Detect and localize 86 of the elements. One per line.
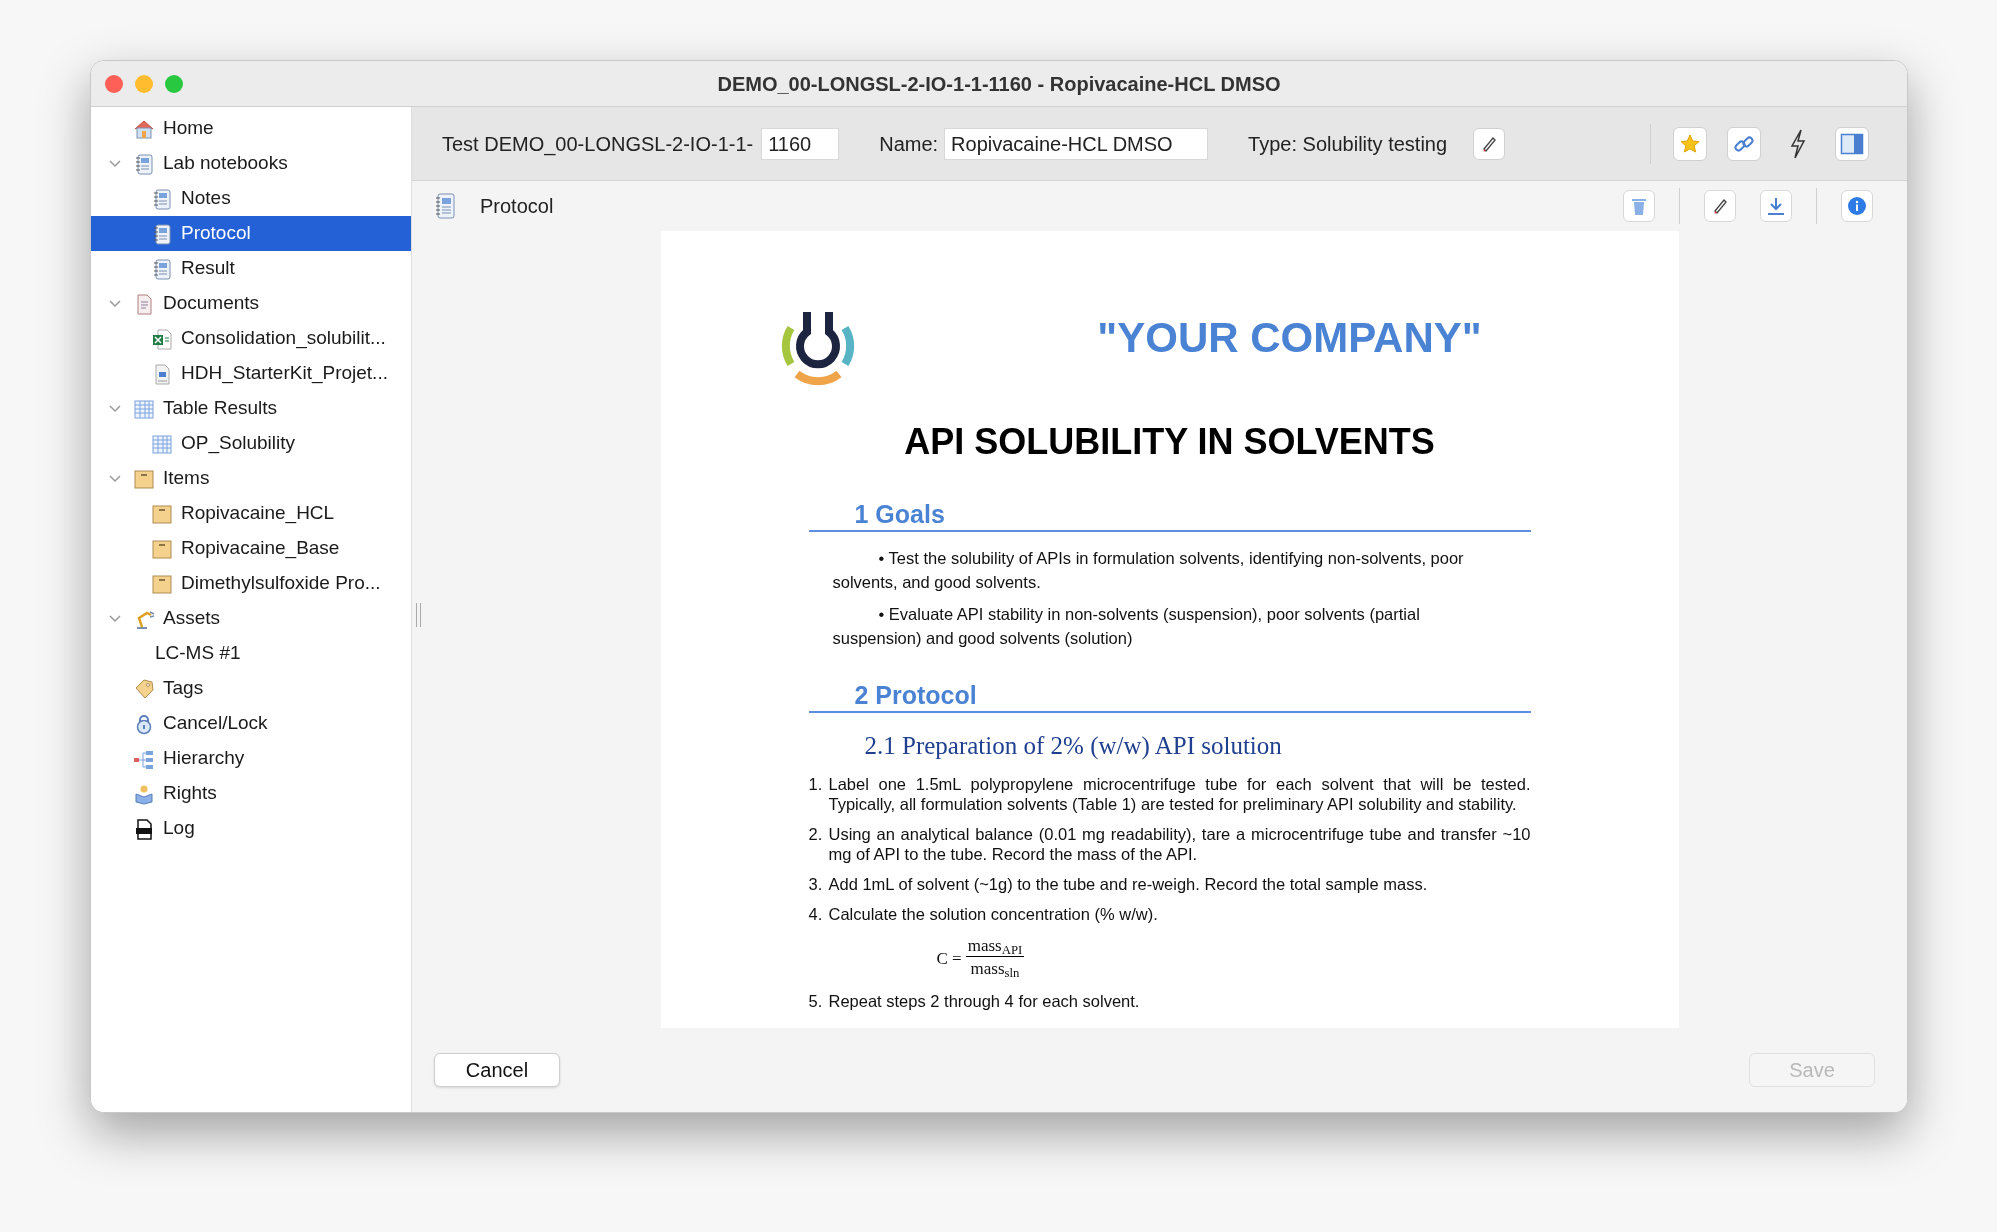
step-number: 1. bbox=[808, 774, 824, 795]
name-label: Name: bbox=[879, 131, 939, 157]
sidebar-item[interactable]: LC-MS #1 bbox=[91, 636, 411, 671]
sidebar-item[interactable]: Cancel/Lock bbox=[91, 706, 411, 741]
protocol-title: Protocol bbox=[480, 194, 554, 219]
star-icon bbox=[1679, 132, 1701, 155]
chevron-down-icon[interactable] bbox=[109, 159, 121, 168]
sidebar-item[interactable]: Documents bbox=[91, 286, 411, 321]
sidebar-item[interactable]: OP_Solubility bbox=[91, 426, 411, 461]
document-title: API SOLUBILITY IN SOLVENTS bbox=[904, 421, 1435, 462]
step-text: Calculate the solution concentration (% w/w). bbox=[828, 904, 1159, 924]
notebook-icon bbox=[151, 222, 173, 245]
notebook-icon bbox=[133, 152, 155, 175]
sidebar-item[interactable]: Ropivacaine_HCL bbox=[91, 496, 411, 531]
favorite-button[interactable] bbox=[1673, 126, 1707, 161]
step-number: 3. bbox=[808, 874, 824, 894]
step-number: 5. bbox=[808, 991, 824, 1011]
section-heading: 1 Goals bbox=[854, 500, 945, 528]
close-button[interactable] bbox=[105, 74, 123, 93]
info-icon bbox=[1847, 196, 1867, 216]
sidebar-item[interactable]: Ropivacaine_Base bbox=[91, 531, 411, 566]
excel-icon bbox=[151, 327, 173, 350]
sidebar-item[interactable]: Result bbox=[91, 251, 411, 286]
download-icon bbox=[1766, 196, 1786, 216]
notebook-icon bbox=[151, 257, 173, 280]
sidebar-item[interactable]: Notes bbox=[91, 181, 411, 216]
download-button[interactable] bbox=[1760, 190, 1792, 222]
sidebar-panel-icon bbox=[1840, 132, 1864, 155]
sidebar-item[interactable]: HDH_StarterKit_Projet... bbox=[91, 356, 411, 391]
formula-lhs: C = bbox=[936, 947, 962, 970]
sidebar-item[interactable]: Hierarchy bbox=[91, 741, 411, 776]
goal-paragraph: • Test the solubility of APIs in formulation solvents, identifying non-solvents, poor solvents, and good solvents. bbox=[831, 547, 1465, 593]
step-number: 2. bbox=[808, 824, 824, 845]
chevron-down-icon[interactable] bbox=[109, 614, 121, 623]
cancel-button[interactable]: Cancel bbox=[434, 1053, 560, 1087]
box-icon bbox=[133, 467, 155, 490]
lightning-icon bbox=[1788, 128, 1808, 159]
sidebar-item[interactable]: Items bbox=[91, 461, 411, 496]
step-text: Repeat steps 2 through 4 for each solvent. bbox=[828, 991, 1141, 1011]
sidebar-item[interactable]: Lab notebooks bbox=[91, 146, 411, 181]
sidebar-item[interactable]: Home bbox=[91, 111, 411, 146]
notebook-icon bbox=[151, 187, 173, 210]
box-icon bbox=[151, 537, 173, 560]
company-name: "YOUR COMPANY" bbox=[1097, 314, 1482, 361]
trash-icon bbox=[1630, 196, 1648, 216]
pencil-icon bbox=[1711, 197, 1729, 215]
minimize-button[interactable] bbox=[135, 74, 153, 93]
chevron-down-icon[interactable] bbox=[109, 474, 121, 483]
sidebar-item[interactable]: Protocol bbox=[91, 216, 411, 251]
chevron-down-icon[interactable] bbox=[109, 299, 121, 308]
edit-type-button[interactable] bbox=[1473, 127, 1506, 160]
subsection-heading: 2.1 Preparation of 2% (w/w) API solution bbox=[864, 731, 1282, 759]
test-label: Test DEMO_00-LONGSL-2-IO-1-1- bbox=[442, 131, 754, 158]
section-heading: 2 Protocol bbox=[854, 680, 977, 709]
sidebar-item[interactable]: Table Results bbox=[91, 391, 411, 426]
sidebar-item[interactable]: Rights bbox=[91, 776, 411, 811]
table-icon bbox=[151, 432, 173, 455]
step-text: Label one 1.5mL polypropylene microcentrifuge tube for each solvent that will be tested. Typically, all formulation solvents (Table 1) are tested for preliminary API solubility and stability. bbox=[828, 774, 1531, 814]
name-field[interactable]: Ropivacaine-HCL DMSO bbox=[944, 127, 1209, 160]
goal-paragraph: • Evaluate API stability in non-solvents (suspension), poor solvents (partial suspension) and good solvents (solution) bbox=[831, 603, 1421, 649]
sidebar-item[interactable]: Consolidation_solubilit... bbox=[91, 321, 411, 356]
notebook-icon bbox=[434, 193, 456, 219]
edit-button[interactable] bbox=[1704, 190, 1736, 222]
sidebar-item[interactable]: Assets bbox=[91, 601, 411, 636]
tag-icon bbox=[133, 677, 155, 700]
log-icon bbox=[133, 817, 155, 840]
sidebar-item[interactable]: Log bbox=[91, 811, 411, 846]
step-text: Using an analytical balance (0.01 mg readability), tare a microcentrifuge tube and transfer ~10 mg of API to the tube. Record the mass of the API. bbox=[828, 824, 1531, 864]
type-label: Type: Solubility testing bbox=[1248, 131, 1448, 157]
sidebar-item[interactable]: Dimethylsulfoxide Pro... bbox=[91, 566, 411, 601]
table-icon bbox=[133, 397, 155, 420]
test-number-field[interactable]: 1160 bbox=[761, 127, 840, 160]
box-icon bbox=[151, 572, 173, 595]
formula-numerator: mass$_{API}$ bbox=[965, 936, 1025, 957]
panel-toggle-button[interactable] bbox=[1835, 126, 1869, 161]
info-button[interactable] bbox=[1841, 190, 1873, 222]
link-button[interactable] bbox=[1727, 126, 1761, 161]
delete-button[interactable] bbox=[1623, 190, 1655, 222]
step-text: Add 1mL of solvent (~1g) to the tube and re-weigh. Record the total sample mass. bbox=[828, 874, 1429, 894]
step-number: 4. bbox=[808, 904, 824, 924]
formula-denominator: mass$_{sln}$ bbox=[970, 958, 1020, 981]
chevron-down-icon[interactable] bbox=[109, 404, 121, 413]
sidebar-item[interactable]: Tags bbox=[91, 671, 411, 706]
window-title: DEMO_00-LONGSL-2-IO-1-1-1160 - Ropivacaine-HCL DMSO bbox=[717, 72, 1281, 95]
box-icon bbox=[151, 502, 173, 525]
zoom-button[interactable] bbox=[165, 74, 183, 93]
